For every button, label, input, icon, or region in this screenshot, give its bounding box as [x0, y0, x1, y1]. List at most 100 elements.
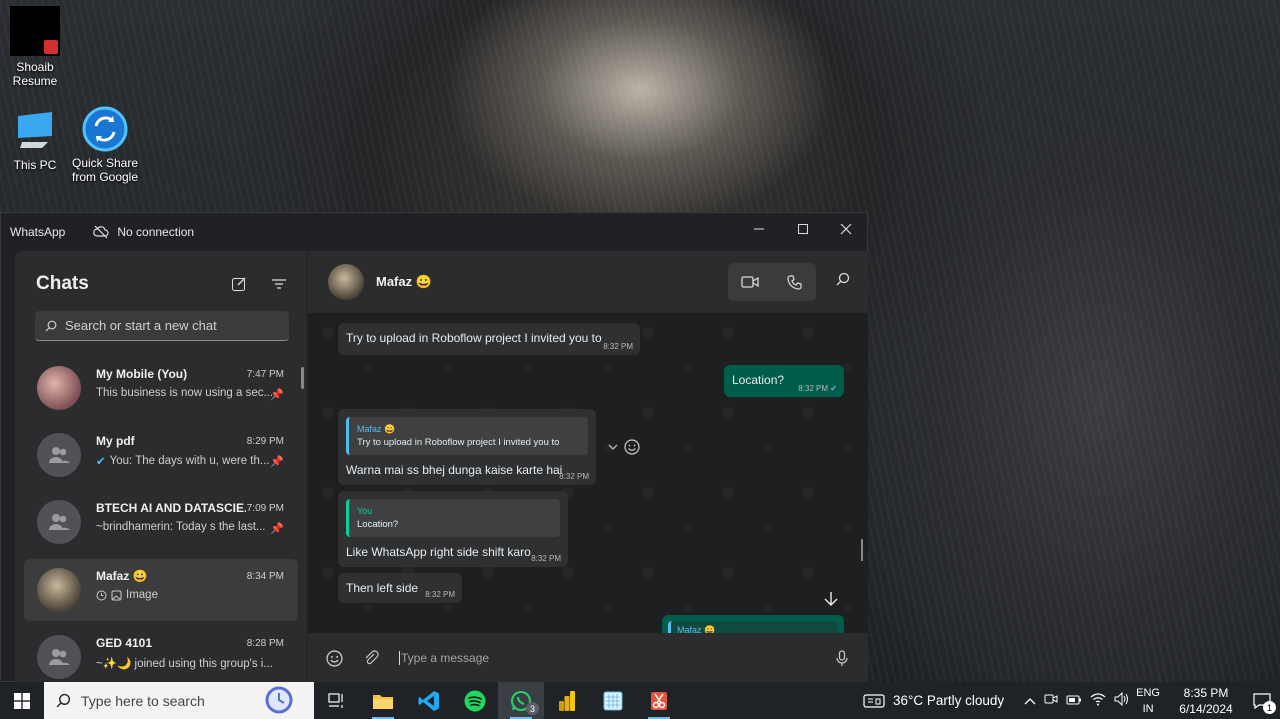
message-bubble-outgoing[interactable]: Location? 8:32 PM ✔ [724, 365, 844, 397]
quoted-author: Mafaz 😀 [677, 625, 716, 633]
windows-logo-icon [14, 692, 30, 709]
group-avatar-icon [49, 514, 70, 530]
chat-list-item[interactable]: My Mobile (You) 7:47 PM This business is… [24, 357, 298, 419]
chat-preview-text: ~brindhamerin: Today s the last... [96, 521, 266, 533]
volume-icon[interactable] [1114, 691, 1130, 709]
message-composer: Type a message [308, 633, 868, 683]
wifi-icon[interactable] [1090, 692, 1106, 709]
new-chat-button[interactable] [227, 273, 251, 295]
search-icon [836, 272, 850, 286]
message-bubble-outgoing[interactable]: Mafaz 😀 [662, 615, 844, 633]
taskbar-search-box[interactable]: Type here to search [44, 682, 314, 719]
chat-name: GED 4101 [96, 636, 153, 650]
message-bubble-incoming[interactable]: Try to upload in Roboflow project I invi… [338, 323, 640, 355]
chat-list-item[interactable]: My pdf 8:29 PM ✔ You: The days with u, we… [24, 424, 298, 486]
maximize-button[interactable] [781, 213, 825, 245]
taskbar-search-placeholder: Type here to search [81, 692, 205, 709]
chat-time: 8:34 PM [246, 571, 284, 582]
message-bubble-incoming[interactable]: Mafaz 😀 Try to upload in Roboflow projec… [338, 409, 596, 485]
chat-list-item[interactable]: GED 4101 8:28 PM ~✨🌙 joined using this g… [24, 626, 298, 688]
unread-badge: 3 [526, 702, 539, 715]
compose-icon [232, 277, 246, 291]
folder-icon [373, 694, 393, 709]
message-time: 8:32 PM [559, 472, 589, 481]
start-button[interactable] [0, 682, 44, 719]
emoji-reaction-icon[interactable] [624, 439, 640, 455]
desktop-icon-this-pc[interactable]: This PC [0, 108, 70, 172]
message-time: 8:32 PM [603, 342, 633, 351]
taskbar-snipping-tool[interactable] [636, 682, 682, 719]
desktop-icon-label: Resume [12, 74, 58, 88]
weather-widget[interactable]: 36°C Partly cloudy [863, 693, 1004, 709]
message-bubble-incoming[interactable]: Then left side 8:32 PM [338, 573, 462, 603]
search-icon [56, 693, 71, 708]
double-check-icon: ✔ [96, 456, 106, 468]
meet-now-icon[interactable] [1044, 692, 1058, 709]
power-bi-icon [559, 690, 575, 711]
message-input[interactable]: Type a message [399, 651, 489, 665]
quoted-text: Location? [357, 519, 399, 530]
notifications-button[interactable]: 1 [1244, 682, 1280, 719]
message-time: 8:32 PM [531, 554, 561, 563]
message-text: Try to upload in Roboflow project I invi… [346, 331, 602, 345]
desktop-icon-label: Quick Share [71, 156, 139, 170]
message-text: Location? [732, 373, 785, 387]
connection-status-text: No connection [117, 225, 195, 239]
chat-preview: ~✨🌙 joined using this group's i... [96, 656, 274, 670]
image-icon [111, 590, 122, 600]
taskbar-vscode[interactable] [406, 682, 452, 719]
chat-list-item-selected[interactable]: Mafaz 😀 8:34 PM Image [24, 559, 298, 621]
emoji-icon[interactable] [326, 649, 343, 667]
avatar [37, 366, 81, 410]
conversation-search-button[interactable] [836, 272, 850, 289]
desktop-icon-label: This PC [13, 158, 57, 172]
sidebar-scrollbar[interactable] [301, 367, 304, 389]
voice-call-button[interactable] [772, 263, 816, 301]
minimize-button[interactable] [737, 213, 781, 245]
chevron-down-icon[interactable] [608, 443, 618, 451]
quoted-author: You [357, 506, 373, 516]
chat-list-item[interactable]: BTECH AI AND DATASCIE... 7:09 PM ~brindh… [24, 491, 298, 553]
chats-sidebar: Chats Search or start a new chat My Mobi… [15, 251, 307, 683]
lang-line-2: IN [1142, 702, 1154, 715]
conversation-header[interactable]: Mafaz 😀 [308, 251, 868, 313]
lang-line-1: ENG [1136, 686, 1160, 699]
task-view-icon [328, 692, 343, 708]
microphone-icon[interactable] [836, 649, 848, 667]
chat-preview-text: Image [126, 589, 158, 601]
chat-name: Mafaz 😀 [96, 569, 148, 583]
scroll-to-bottom-button[interactable] [818, 586, 844, 612]
taskbar-spotify[interactable] [452, 682, 498, 719]
desktop-icon-resume[interactable]: Shoaib Resume [0, 6, 70, 88]
chat-time: 8:28 PM [246, 638, 284, 649]
message-actions [608, 439, 640, 455]
chat-time: 7:47 PM [246, 369, 284, 380]
quoted-message[interactable]: You Location? [346, 499, 560, 537]
pin-icon: 📌 [270, 389, 284, 401]
taskbar-file-explorer[interactable] [360, 682, 406, 719]
video-call-button[interactable] [728, 263, 772, 301]
battery-icon[interactable] [1066, 694, 1082, 708]
chevron-up-icon[interactable] [1024, 694, 1036, 708]
no-connection-icon [93, 225, 109, 239]
search-icon [45, 320, 57, 331]
input-language-indicator[interactable]: ENG IN [1136, 685, 1160, 717]
quoted-message[interactable]: Mafaz 😀 [668, 621, 838, 633]
quick-share-icon [82, 106, 128, 152]
task-view-button[interactable] [314, 682, 360, 719]
message-bubble-incoming[interactable]: You Location? Like WhatsApp right side s… [338, 491, 568, 567]
taskbar-snipping-app[interactable] [590, 682, 636, 719]
clock-time: 8:35 PM [1183, 685, 1229, 700]
search-input[interactable]: Search or start a new chat [35, 311, 289, 341]
chat-preview-text: This business is now using a sec... [96, 387, 274, 399]
close-window-button[interactable] [824, 213, 868, 245]
taskbar-clock[interactable]: 8:35 PM 6/14/2024 [1168, 685, 1244, 717]
desktop-icon-quick-share[interactable]: Quick Share from Google [70, 106, 140, 184]
conversation-scrollbar[interactable] [861, 539, 863, 561]
filter-chats-button[interactable] [267, 273, 291, 295]
attach-icon[interactable] [363, 650, 379, 666]
message-list[interactable]: Try to upload in Roboflow project I invi… [308, 313, 868, 633]
taskbar-power-bi[interactable] [544, 682, 590, 719]
taskbar-whatsapp[interactable]: 3 [498, 682, 544, 719]
quoted-message[interactable]: Mafaz 😀 Try to upload in Roboflow projec… [346, 417, 588, 455]
